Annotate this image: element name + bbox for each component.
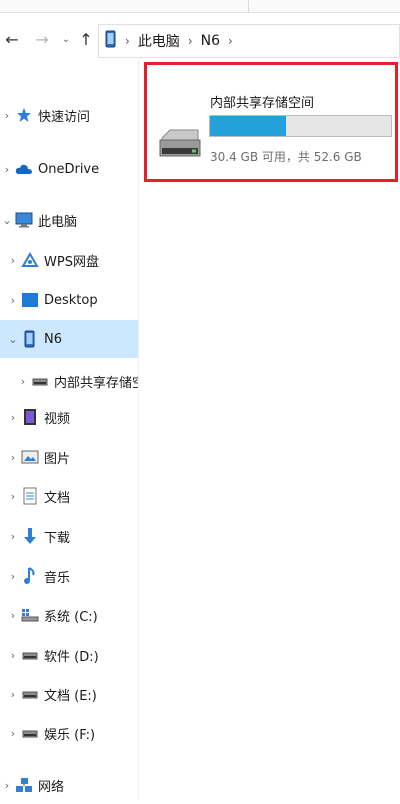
breadcrumb-chevron-icon: ›	[187, 34, 193, 48]
nav-item-downloads[interactable]: › 下载	[0, 517, 138, 555]
nav-item-label: Desktop	[44, 292, 98, 308]
expand-chevron-icon[interactable]: ›	[0, 163, 14, 176]
nav-item-drive-e[interactable]: › 文档 (E:)	[0, 675, 138, 713]
nav-item-network[interactable]: › 网络	[0, 766, 138, 804]
windows-drive-icon	[20, 606, 40, 624]
nav-item-pictures[interactable]: › 图片	[0, 438, 138, 476]
expand-chevron-icon[interactable]: ›	[6, 609, 20, 622]
nav-item-label: 图片	[44, 451, 71, 467]
expand-chevron-icon[interactable]: ›	[6, 451, 20, 464]
navigation-pane: › 快速访问 › OneDrive ⌄ 此电脑 › WPS网盘 › Deskto…	[0, 60, 138, 800]
downloads-arrow-icon	[20, 527, 40, 545]
collapse-chevron-icon[interactable]: ⌄	[0, 214, 14, 227]
network-icon	[14, 776, 34, 794]
expand-chevron-icon[interactable]: ›	[0, 109, 14, 122]
breadcrumb-chevron-icon[interactable]: ›	[228, 34, 233, 48]
breadcrumb-n6[interactable]: N6	[201, 33, 220, 49]
expand-chevron-icon[interactable]: ›	[6, 294, 20, 307]
nav-item-this-pc[interactable]: ⌄ 此电脑	[0, 201, 138, 239]
video-folder-icon	[20, 408, 40, 426]
nav-item-label: 娱乐 (F:)	[44, 727, 96, 743]
pane-divider[interactable]	[138, 60, 139, 800]
address-bar[interactable]: › 此电脑 › N6 ›	[98, 24, 400, 58]
nav-item-quick-access[interactable]: › 快速访问	[0, 96, 138, 134]
nav-item-wps-cloud[interactable]: › WPS网盘	[0, 241, 138, 279]
nav-item-label: 软件 (D:)	[44, 649, 99, 665]
nav-item-n6[interactable]: ⌄ N6	[0, 320, 138, 358]
nav-item-label: 网络	[38, 779, 65, 795]
nav-item-label: 音乐	[44, 570, 71, 586]
expand-chevron-icon[interactable]: ›	[6, 530, 20, 543]
drive-icon	[20, 724, 40, 742]
nav-item-drive-f[interactable]: › 娱乐 (F:)	[0, 714, 138, 752]
up-arrow-icon[interactable]: ↑	[78, 30, 94, 50]
nav-item-label: 下载	[44, 530, 71, 546]
wps-cloud-icon	[20, 251, 40, 269]
nav-item-videos[interactable]: › 视频	[0, 398, 138, 436]
nav-item-internal-storage[interactable]: › 内部共享存储空	[0, 362, 138, 400]
nav-item-music[interactable]: › 音乐	[0, 557, 138, 595]
expand-chevron-icon[interactable]: ›	[6, 727, 20, 740]
phone-device-icon	[20, 330, 40, 348]
drive-icon	[20, 685, 40, 703]
expand-chevron-icon[interactable]: ›	[6, 688, 20, 701]
nav-item-label: 视频	[44, 411, 71, 427]
drive-icon	[20, 646, 40, 664]
nav-item-label: 文档	[44, 490, 71, 506]
onedrive-cloud-icon	[14, 160, 34, 178]
desktop-folder-icon	[20, 291, 40, 309]
nav-item-drive-d[interactable]: › 软件 (D:)	[0, 636, 138, 674]
expand-chevron-icon[interactable]: ›	[6, 411, 20, 424]
expand-chevron-icon[interactable]: ›	[6, 490, 20, 503]
collapse-chevron-icon[interactable]: ⌄	[6, 333, 20, 346]
nav-item-label: 文档 (E:)	[44, 688, 97, 704]
nav-item-label: N6	[44, 331, 62, 347]
nav-item-label: 快速访问	[38, 109, 91, 125]
expand-chevron-icon[interactable]: ›	[6, 254, 20, 267]
nav-item-label: 系统 (C:)	[44, 609, 98, 625]
this-pc-icon	[14, 211, 34, 229]
quick-access-star-icon	[14, 106, 34, 124]
pictures-folder-icon	[20, 448, 40, 466]
nav-item-label: WPS网盘	[44, 254, 99, 270]
nav-item-label: 内部共享存储空	[54, 375, 138, 391]
highlight-annotation-box	[144, 62, 398, 182]
phone-device-icon	[105, 30, 117, 52]
forward-arrow-icon[interactable]: →	[34, 30, 50, 50]
recent-locations-chevron-icon[interactable]: ⌄	[58, 30, 74, 50]
nav-item-desktop[interactable]: › Desktop	[0, 281, 138, 319]
expand-chevron-icon[interactable]: ›	[6, 649, 20, 662]
nav-item-label: 此电脑	[38, 214, 78, 230]
nav-item-documents[interactable]: › 文档	[0, 477, 138, 515]
tab-strip	[0, 0, 400, 13]
back-arrow-icon[interactable]: ←	[4, 30, 20, 50]
documents-folder-icon	[20, 487, 40, 505]
nav-item-onedrive[interactable]: › OneDrive	[0, 150, 138, 188]
address-row: ← → ⌄ ↑ › 此电脑 › N6 ›	[0, 20, 400, 60]
drive-icon	[30, 372, 50, 390]
expand-chevron-icon[interactable]: ›	[6, 570, 20, 583]
nav-item-label: OneDrive	[38, 161, 100, 177]
music-note-icon	[20, 567, 40, 585]
nav-item-drive-c[interactable]: › 系统 (C:)	[0, 596, 138, 634]
expand-chevron-icon[interactable]: ›	[16, 375, 30, 388]
breadcrumb-chevron-icon: ›	[125, 34, 130, 48]
expand-chevron-icon[interactable]: ›	[0, 779, 14, 792]
breadcrumb-this-pc[interactable]: 此电脑	[138, 31, 180, 51]
